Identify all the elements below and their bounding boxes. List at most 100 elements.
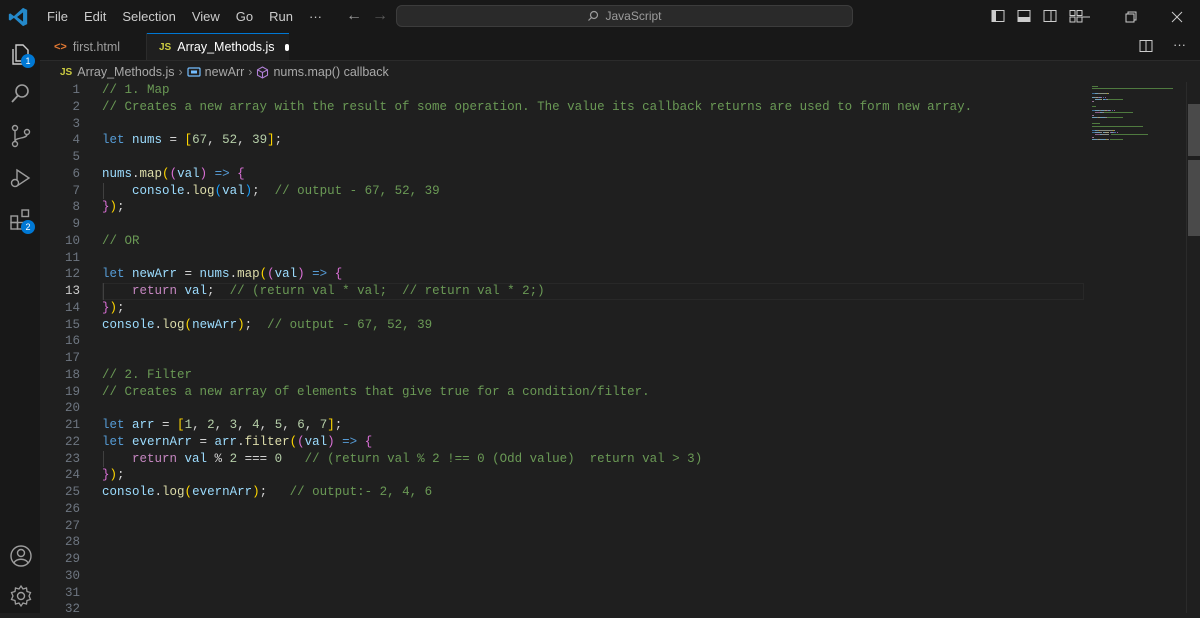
minimap[interactable] [1088, 82, 1186, 613]
code-content: let evernArr = arr.filter((val) => { [102, 434, 372, 451]
menu-item-edit[interactable]: Edit [76, 9, 114, 24]
accounts-icon[interactable] [8, 543, 34, 569]
code-line[interactable]: 20 [40, 400, 1088, 417]
punctuation-token [282, 452, 305, 466]
vertical-scrollbar[interactable] [1186, 82, 1200, 613]
code-line[interactable]: 12 let newArr = nums.map((val) => { [40, 266, 1088, 283]
punctuation-token [102, 284, 132, 298]
js-file-icon: JS [159, 41, 172, 53]
menu-item-view[interactable]: View [184, 9, 228, 24]
code-line[interactable]: 32 [40, 601, 1088, 618]
tab-array-methods-js[interactable]: JS Array_Methods.js [147, 33, 289, 60]
code-line[interactable]: 22 let evernArr = arr.filter((val) => { [40, 434, 1088, 451]
close-icon[interactable] [1154, 0, 1200, 33]
code-line[interactable]: 8}); [40, 199, 1088, 216]
line-number: 32 [64, 602, 80, 617]
line-number: 17 [64, 351, 80, 365]
settings-gear-icon[interactable] [8, 583, 34, 609]
forward-arrow-icon[interactable]: → [372, 7, 388, 25]
line-number: 31 [64, 585, 80, 600]
code-line[interactable]: 9 [40, 216, 1088, 233]
menu-item-more[interactable]: ··· [301, 9, 330, 24]
toggle-primary-sidebar-icon[interactable] [990, 8, 1006, 24]
code-editor[interactable]: 1 // 1. Map 2 // Creates a new array with t… [40, 82, 1088, 616]
command-center-search[interactable]: JavaScript [396, 5, 853, 27]
restore-icon[interactable] [1108, 0, 1154, 33]
code-content: let arr = [1, 2, 3, 4, 5, 6, 7]; [102, 417, 342, 434]
punctuation-token [327, 267, 335, 281]
minimize-icon[interactable] [1062, 0, 1108, 33]
code-line[interactable]: 31 [40, 585, 1088, 602]
toggle-secondary-sidebar-icon[interactable] [1042, 8, 1058, 24]
menu-item-go[interactable]: Go [228, 9, 261, 24]
code-line[interactable]: 27 [40, 518, 1088, 535]
code-line[interactable]: 17 [40, 350, 1088, 367]
code-line[interactable]: 26 [40, 501, 1088, 518]
code-line[interactable]: 16 [40, 333, 1088, 350]
code-line[interactable]: 10 // OR [40, 233, 1088, 250]
code-line[interactable]: 4 let nums = [67, 52, 39]; [40, 132, 1088, 149]
breadcrumb-symbol-newarr[interactable]: newArr [205, 65, 245, 79]
comment-token: // Creates a new array with the result o… [102, 99, 973, 114]
code-line[interactable]: 1 // 1. Map [40, 82, 1088, 99]
punctuation-token [102, 184, 132, 198]
code-content: let newArr = nums.map((val) => { [102, 266, 342, 283]
punctuation-token: ; [252, 183, 275, 198]
punctuation-token: % [207, 451, 230, 466]
code-line[interactable]: 3 [40, 116, 1088, 133]
code-line[interactable]: 11 [40, 250, 1088, 267]
variable-token: val [222, 183, 245, 198]
back-arrow-icon[interactable]: ← [346, 7, 362, 25]
bracket-token: ) [237, 317, 245, 332]
code-line[interactable]: 19 // Creates a new array of elements tha… [40, 384, 1088, 401]
code-line[interactable]: 28 [40, 534, 1088, 551]
line-number: 23 [64, 451, 80, 466]
scrollbar-thumb[interactable] [1188, 104, 1200, 156]
scrollbar-thumb-lower[interactable] [1188, 160, 1200, 236]
code-line[interactable]: 23 return val % 2 === 0 // (return val %… [40, 451, 1088, 468]
minimap-token [1093, 114, 1095, 116]
search-icon[interactable] [8, 81, 34, 107]
tab-first-html[interactable]: <> first.html [40, 33, 147, 60]
code-line[interactable]: 5 [40, 149, 1088, 166]
js-file-icon: JS [60, 66, 73, 78]
bracket-token: ] [327, 418, 335, 432]
comment-token: // (return val % 2 !== 0 (Odd value) ret… [304, 451, 703, 466]
comment-token: // 1. Map [102, 83, 170, 97]
unsaved-changes-icon[interactable] [284, 43, 289, 51]
breadcrumb: JS Array_Methods.js › newArr › nums.map(… [40, 61, 1200, 83]
menu-item-run[interactable]: Run [261, 9, 301, 24]
run-debug-icon[interactable] [8, 165, 34, 191]
variable-token: evernArr [132, 434, 193, 449]
bracket-token: ( [184, 485, 193, 499]
line-number: 15 [64, 317, 80, 332]
code-content: // Creates a new array with the result o… [102, 99, 972, 116]
source-control-icon[interactable] [8, 123, 34, 149]
keyword-token: let [102, 418, 133, 432]
html-file-icon: <> [54, 40, 67, 53]
more-actions-icon[interactable]: ··· [1173, 38, 1186, 53]
code-line[interactable]: 13 return val; // (return val * val; // … [40, 283, 1088, 300]
code-line[interactable]: 15 console.log(newArr); // output - 67, 5… [40, 317, 1088, 334]
code-line[interactable]: 21 let arr = [1, 2, 3, 4, 5, 6, 7]; [40, 417, 1088, 434]
code-line[interactable]: 24}); [40, 467, 1088, 484]
code-line[interactable]: 6 nums.map((val) => { [40, 166, 1088, 183]
code-line[interactable]: 2 // Creates a new array with the result … [40, 99, 1088, 116]
code-line[interactable]: 14}); [40, 300, 1088, 317]
code-line[interactable]: 18 // 2. Filter [40, 367, 1088, 384]
punctuation-token: ; [274, 133, 283, 148]
toggle-panel-icon[interactable] [1016, 8, 1032, 24]
code-line[interactable]: 29 [40, 551, 1088, 568]
bracket-token: } [102, 200, 110, 215]
breadcrumb-file[interactable]: Array_Methods.js [77, 65, 174, 79]
breadcrumb-symbol-callback[interactable]: nums.map() callback [273, 65, 388, 79]
code-line[interactable]: 7 console.log(val); // output - 67, 52, … [40, 183, 1088, 200]
line-number: 1 [72, 83, 80, 97]
punctuation-token: , [207, 133, 223, 148]
menu-item-selection[interactable]: Selection [114, 9, 183, 24]
code-line[interactable]: 30 [40, 568, 1088, 585]
code-line[interactable]: 25 console.log(evernArr); // output:- 2, … [40, 484, 1088, 501]
punctuation-token: = [154, 418, 178, 432]
split-editor-icon[interactable] [1139, 39, 1153, 53]
menu-item-file[interactable]: File [39, 9, 76, 24]
